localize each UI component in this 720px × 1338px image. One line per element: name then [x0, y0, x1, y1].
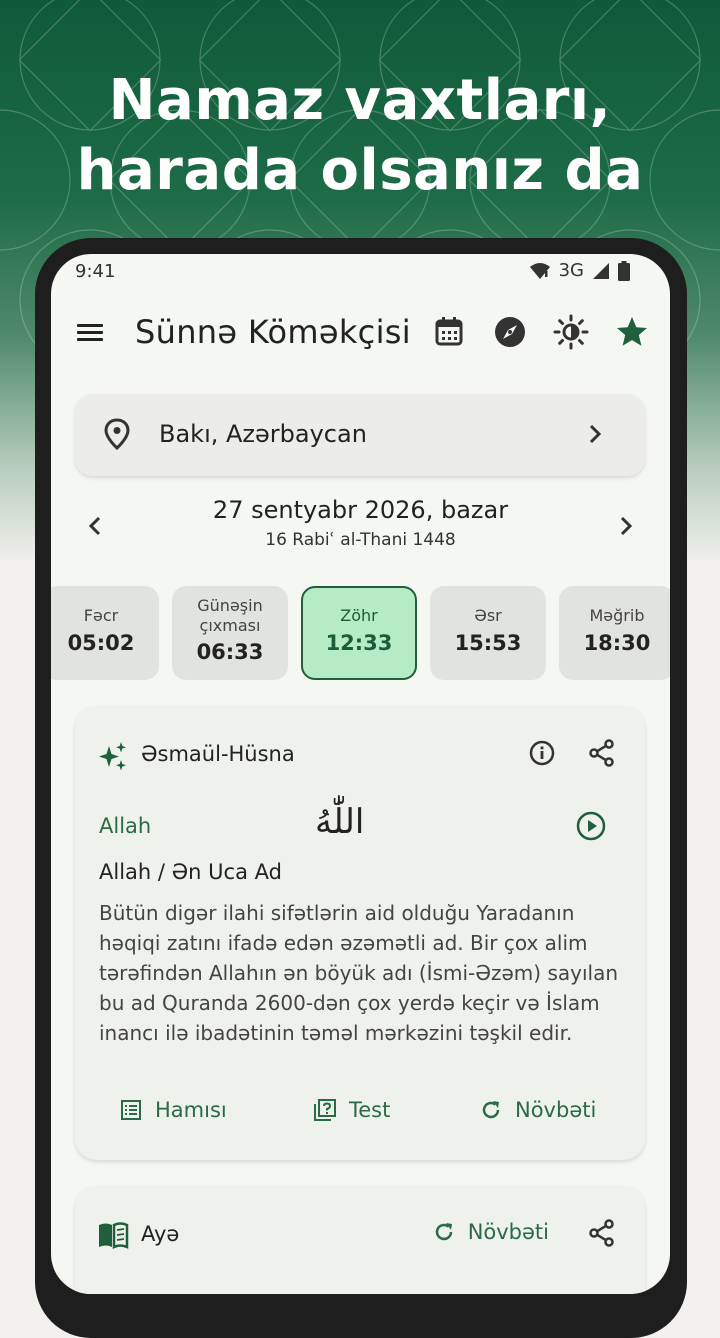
- headline: Namaz vaxtları, harada olsanız da: [0, 66, 720, 206]
- status-time: 9:41: [75, 261, 116, 282]
- hijri-date: 16 Rabiʿ al-Thani 1448: [265, 530, 456, 550]
- list-icon: [121, 1100, 141, 1120]
- location-pin-icon: [104, 418, 130, 450]
- compass-icon[interactable]: [492, 314, 528, 350]
- card-title: Ayə: [141, 1222, 180, 1246]
- prayer-time: 12:33: [325, 631, 393, 655]
- status-icons: 3G: [529, 260, 630, 281]
- prayer-card-dhuhr[interactable]: Zöhr 12:33: [301, 586, 417, 680]
- book-icon: [99, 1222, 129, 1250]
- prayer-time: 06:33: [196, 640, 264, 664]
- prayer-name: Zöhr: [340, 606, 378, 625]
- prayer-time: 15:53: [454, 631, 522, 655]
- wifi-icon: [529, 262, 550, 279]
- info-icon[interactable]: [527, 738, 557, 768]
- test-button[interactable]: Test: [313, 1098, 390, 1122]
- prayer-card-asr[interactable]: Əsr 15:53: [430, 586, 546, 680]
- refresh-icon: [482, 1101, 500, 1119]
- theme-toggle-icon[interactable]: [553, 314, 589, 350]
- gregorian-date: 27 sentyabr 2026, bazar: [212, 496, 509, 524]
- prayer-times-row: Fəcr 05:02 Günəşin çıxması 06:33 Zöhr 12:…: [51, 586, 670, 682]
- prayer-time: 18:30: [583, 631, 651, 655]
- next-verse-button[interactable]: Növbəti: [432, 1220, 549, 1244]
- prayer-name: Məğrib: [589, 606, 645, 625]
- name-latin: Allah: [99, 814, 152, 838]
- quiz-icon: [314, 1099, 336, 1121]
- all-names-label: Hamısı: [155, 1098, 227, 1122]
- signal-icon: [593, 262, 609, 279]
- prayer-card-fajr[interactable]: Fəcr 05:02: [51, 586, 159, 680]
- prayer-name: Günəşin çıxması: [197, 596, 263, 635]
- app-bar: Sünnə Köməkçisi: [51, 304, 670, 362]
- prayer-card-sunrise[interactable]: Günəşin çıxması 06:33: [172, 586, 288, 680]
- card-title: Əsmaül-Hüsna: [141, 742, 295, 766]
- headline-line-2: harada olsanız da: [76, 138, 644, 203]
- prayer-card-maghrib[interactable]: Məğrib 18:30: [559, 586, 670, 680]
- chevron-right-icon: [589, 424, 602, 444]
- name-description: Bütün digər ilahi sifətlərin aid olduğu …: [99, 901, 619, 1045]
- phone-screen: 9:41 3G Sünnə Köməkçisi Bakı, Azərbaycan…: [51, 254, 670, 1294]
- next-verse-label: Növbəti: [467, 1220, 549, 1244]
- name-arabic: اللّٰهُ: [315, 802, 365, 842]
- verse-card: Ayə Növbəti: [75, 1186, 645, 1294]
- location-label: Bakı, Azərbaycan: [159, 420, 367, 448]
- card-actions: Hamısı Test Növbəti: [75, 1098, 645, 1132]
- date-navigator: 27 sentyabr 2026, bazar 16 Rabiʿ al-Than…: [51, 494, 670, 554]
- name-meaning: Allah / Ən Uca Ad: [99, 860, 282, 884]
- refresh-icon: [435, 1223, 452, 1241]
- status-bar: 9:41 3G: [51, 254, 670, 294]
- headline-line-1: Namaz vaxtları,: [108, 68, 612, 133]
- network-label: 3G: [558, 260, 584, 281]
- share-icon[interactable]: [587, 1218, 617, 1248]
- sparkles-icon: [99, 742, 126, 771]
- prayer-name: Fəcr: [83, 606, 119, 625]
- next-name-label: Növbəti: [515, 1098, 597, 1122]
- calendar-icon[interactable]: [431, 314, 467, 350]
- prayer-time: 05:02: [67, 631, 135, 655]
- star-icon[interactable]: [614, 314, 650, 350]
- hamburger-menu-icon[interactable]: [75, 318, 105, 348]
- share-icon[interactable]: [587, 738, 617, 768]
- previous-day-icon[interactable]: [87, 514, 103, 538]
- all-names-button[interactable]: Hamısı: [119, 1098, 227, 1122]
- play-audio-icon[interactable]: [575, 810, 607, 842]
- next-day-icon[interactable]: [618, 514, 634, 538]
- app-title: Sünnə Köməkçisi: [135, 313, 411, 351]
- names-of-allah-card: Əsmaül-Hüsna Allah اللّٰهُ Allah / Ən Uc…: [75, 706, 645, 1160]
- test-label: Test: [349, 1098, 391, 1122]
- next-name-button[interactable]: Növbəti: [479, 1098, 596, 1122]
- battery-icon: [618, 260, 630, 281]
- location-selector[interactable]: Bakı, Azərbaycan: [75, 394, 645, 476]
- prayer-name: Əsr: [474, 606, 502, 625]
